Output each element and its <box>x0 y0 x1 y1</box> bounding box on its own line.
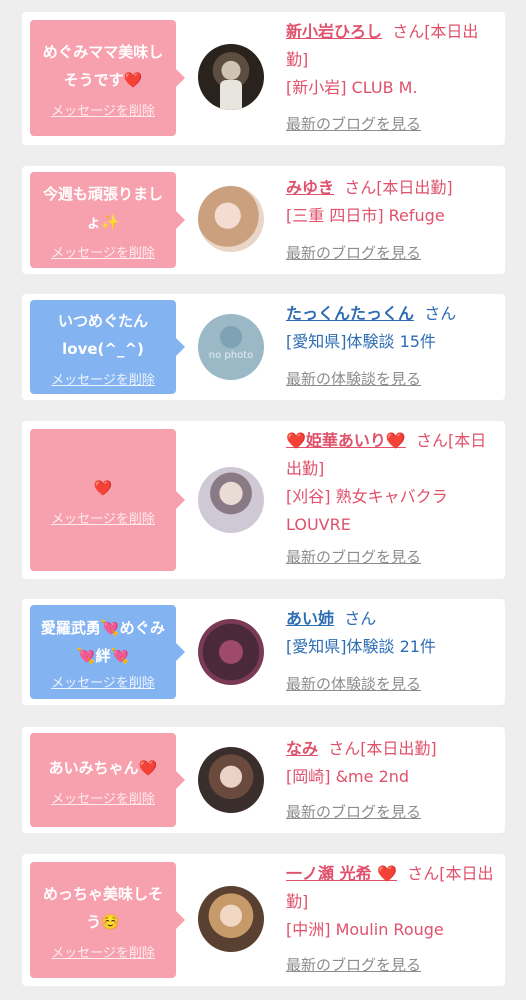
sender-name-link[interactable]: あい姉 <box>286 609 334 628</box>
sender-name-link[interactable]: たっくんたっくん <box>286 304 414 323</box>
message-bubble: めぐみママ美味しそうです❤️ メッセージを削除 <box>30 20 185 136</box>
avatar[interactable] <box>198 186 264 252</box>
sender-suffix: さん[本日出勤] <box>328 739 437 758</box>
latest-blog-link[interactable]: 最新のブログを見る <box>286 546 421 567</box>
message-card: 今週も頑張りましょ✨ メッセージを削除 みゆき さん[本日出勤] [三重 四日市… <box>22 166 505 274</box>
message-text: いつめぐたんlove(^_^) <box>57 311 148 358</box>
delete-message-link[interactable]: メッセージを削除 <box>51 100 155 119</box>
latest-blog-link[interactable]: 最新のブログを見る <box>286 242 421 263</box>
review-info: [愛知県]体験談 21件 <box>286 637 436 656</box>
avatar[interactable] <box>198 467 264 533</box>
message-card: ❤️ メッセージを削除 ❤️姫華あいり❤️ さん[本日出勤] [刈谷] 熟女キャ… <box>22 421 505 579</box>
sender-info: ❤️姫華あいり❤️ さん[本日出勤] [刈谷] 熟女キャバクラLOUVRE <box>286 427 498 539</box>
delete-message-link[interactable]: メッセージを削除 <box>51 942 155 961</box>
message-text: めぐみママ美味しそうです❤️ <box>42 42 164 89</box>
sender-name-link[interactable]: なみ <box>286 739 318 758</box>
sender-info: たっくんたっくん さん [愛知県]体験談 15件 <box>286 300 498 356</box>
sender-name-link[interactable]: ❤️姫華あいり❤️ <box>286 431 406 450</box>
sender-suffix: さん[本日出勤] <box>344 178 453 197</box>
message-text: あいみちゃん❤️ <box>48 758 158 777</box>
review-info: [愛知県]体験談 15件 <box>286 332 436 351</box>
message-bubble: ❤️ メッセージを削除 <box>30 429 185 571</box>
message-bubble: めっちゃ美味しそう☺️ メッセージを削除 <box>30 862 185 978</box>
delete-message-link[interactable]: メッセージを削除 <box>51 788 155 807</box>
sender-suffix: さん <box>344 609 377 628</box>
latest-blog-link[interactable]: 最新のブログを見る <box>286 801 421 822</box>
message-text: めっちゃ美味しそう☺️ <box>42 884 163 931</box>
avatar[interactable] <box>198 44 264 110</box>
latest-blog-link[interactable]: 最新のブログを見る <box>286 113 421 134</box>
message-text: ❤️ <box>93 478 113 497</box>
shop-info: [中洲] Moulin Rouge <box>286 920 444 939</box>
latest-blog-link[interactable]: 最新のブログを見る <box>286 954 421 975</box>
sender-name-link[interactable]: 一ノ瀬 光希 ❤️ <box>286 864 397 883</box>
delete-message-link[interactable]: メッセージを削除 <box>51 672 155 691</box>
message-text: 今週も頑張りましょ✨ <box>42 184 163 231</box>
no-photo-label: no photo <box>208 350 254 361</box>
message-card: めぐみママ美味しそうです❤️ メッセージを削除 新小岩ひろし さん[本日出勤] … <box>22 12 505 145</box>
avatar[interactable]: no photo <box>198 314 264 380</box>
message-card: めっちゃ美味しそう☺️ メッセージを削除 一ノ瀬 光希 ❤️ さん[本日出勤] … <box>22 854 505 986</box>
shop-info: [岡崎] &me 2nd <box>286 767 410 786</box>
avatar[interactable] <box>198 886 264 952</box>
sender-info: なみ さん[本日出勤] [岡崎] &me 2nd <box>286 735 498 791</box>
message-text: 愛羅武勇💘めぐみ💘絆💘 <box>40 618 166 665</box>
message-bubble: いつめぐたんlove(^_^) メッセージを削除 <box>30 300 185 394</box>
message-bubble: あいみちゃん❤️ メッセージを削除 <box>30 733 185 827</box>
message-bubble: 今週も頑張りましょ✨ メッセージを削除 <box>30 172 185 268</box>
latest-review-link[interactable]: 最新の体験談を見る <box>286 368 421 389</box>
sender-info: 一ノ瀬 光希 ❤️ さん[本日出勤] [中洲] Moulin Rouge <box>286 860 498 944</box>
message-card: 愛羅武勇💘めぐみ💘絆💘 メッセージを削除 あい姉 さん [愛知県]体験談 21件… <box>22 599 505 705</box>
shop-info: [刈谷] 熟女キャバクラLOUVRE <box>286 487 448 534</box>
shop-info: [新小岩] CLUB M. <box>286 78 418 97</box>
message-bubble: 愛羅武勇💘めぐみ💘絆💘 メッセージを削除 <box>30 605 185 699</box>
sender-suffix: さん <box>424 304 457 323</box>
delete-message-link[interactable]: メッセージを削除 <box>51 508 155 527</box>
sender-info: みゆき さん[本日出勤] [三重 四日市] Refuge <box>286 174 498 230</box>
sender-name-link[interactable]: みゆき <box>286 178 334 197</box>
message-card: あいみちゃん❤️ メッセージを削除 なみ さん[本日出勤] [岡崎] &me 2… <box>22 727 505 833</box>
latest-review-link[interactable]: 最新の体験談を見る <box>286 673 421 694</box>
sender-info: あい姉 さん [愛知県]体験談 21件 <box>286 605 498 661</box>
avatar[interactable] <box>198 747 264 813</box>
avatar[interactable] <box>198 619 264 685</box>
sender-name-link[interactable]: 新小岩ひろし <box>286 22 382 41</box>
shop-info: [三重 四日市] Refuge <box>286 206 445 225</box>
delete-message-link[interactable]: メッセージを削除 <box>51 242 155 261</box>
message-card: いつめぐたんlove(^_^) メッセージを削除 no photo たっくんたっ… <box>22 294 505 400</box>
delete-message-link[interactable]: メッセージを削除 <box>51 369 155 388</box>
sender-info: 新小岩ひろし さん[本日出勤] [新小岩] CLUB M. <box>286 18 498 102</box>
